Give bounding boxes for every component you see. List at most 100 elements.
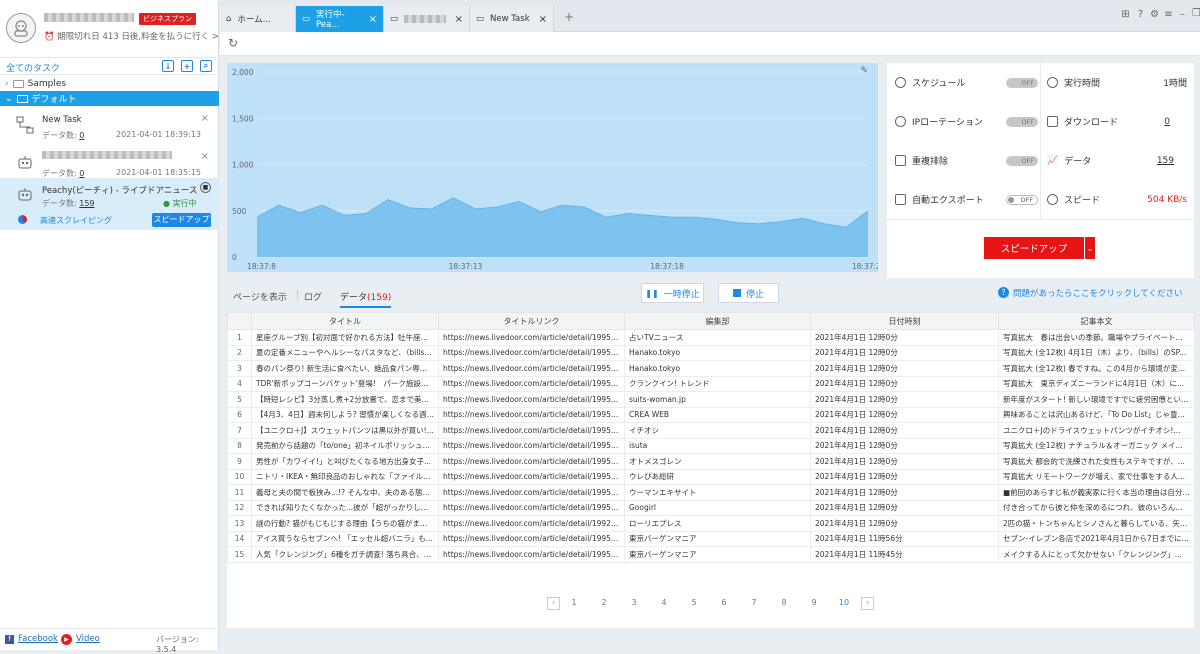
table-row[interactable]: 6 【4月3、4日】週末何しよう? 習慣が楽しくなる週... https://new… <box>227 406 1195 423</box>
menu-icon[interactable]: ≡ <box>1163 9 1174 20</box>
run-time-value: 1時間 <box>1163 79 1187 89</box>
globe-icon <box>895 116 906 127</box>
task-item[interactable]: New Task データ数: 0 2021-04-01 18:39:13 × <box>0 110 219 151</box>
stop-icon[interactable]: ■ <box>200 182 211 193</box>
close-icon[interactable]: × <box>201 113 209 124</box>
table-row[interactable]: 11 義母と夫の間で板挟み...!? そんな中、夫のある態度... https://… <box>227 484 1195 501</box>
page-number[interactable]: 6 <box>713 598 735 607</box>
tab-data[interactable]: データ(159) <box>340 290 392 308</box>
add-icon[interactable]: + <box>181 60 193 72</box>
table-cell: suits-woman.jp <box>624 391 811 408</box>
close-icon[interactable]: × <box>369 14 377 25</box>
table-row[interactable]: 14 アイス買うならセブンへ! 「エッセル超バニラ」も... https://new… <box>227 530 1195 547</box>
table-cell: 写真拡大 都会的で洗練された女性もステキですが、... <box>998 453 1195 470</box>
table-row[interactable]: 4 TDR'新ポップコーンバケット'登場! パーク施設モ... https://ne… <box>227 375 1195 392</box>
task-item-running[interactable]: Peachy(ピーチィ) - ライブドアニュース - ス... ■ データ数: … <box>0 178 219 230</box>
table-cell: アイス買うならセブンへ! 「エッセル超バニラ」も... <box>251 530 439 547</box>
expiry-link[interactable]: ⏰ 期限切れ日 413 日後,料金を払うに行く >> <box>44 30 226 42</box>
tab-page-view[interactable]: ページを表示 <box>233 290 287 303</box>
table-cell: https://news.livedoor.com/article/detail… <box>438 344 625 361</box>
download-value[interactable]: 0 <box>1164 117 1170 127</box>
page-number[interactable]: 1 <box>563 598 585 607</box>
dedupe-toggle[interactable]: OFF <box>1006 155 1038 166</box>
column-header[interactable]: タイトルリンク <box>438 312 625 330</box>
search-icon[interactable]: ⌕ <box>200 60 212 72</box>
folder-samples[interactable]: › Samples <box>0 76 219 91</box>
gear-icon[interactable]: ⚙ <box>1149 9 1160 20</box>
close-icon[interactable]: × <box>201 151 209 162</box>
table-cell: 写真拡大 (全12枚) ナチュラル＆オーガニック メイク... <box>998 437 1195 454</box>
schedule-toggle[interactable]: OFF <box>1006 77 1038 88</box>
table-row[interactable]: 9 男性が「カワイイ!」と叫びたくなる地方出身女子... https://news.… <box>227 453 1195 470</box>
maximize-icon[interactable]: ❐ <box>1191 8 1200 19</box>
ip-rotation-toggle[interactable]: OFF <box>1006 116 1038 127</box>
table-row[interactable]: 12 できれば知りたくなかった...彼が「超がっかりした... https://ne… <box>227 499 1195 516</box>
pause-icon: ❚❚ <box>645 288 659 298</box>
row-index: 1 <box>227 329 252 346</box>
video-link[interactable]: Video <box>76 634 100 644</box>
page-number[interactable]: 4 <box>653 598 675 607</box>
column-header[interactable]: 編集部 <box>624 312 811 330</box>
page-number[interactable]: 3 <box>623 598 645 607</box>
column-header[interactable]: 日付時刻 <box>810 312 999 330</box>
page-number[interactable]: 10 <box>833 598 855 607</box>
robot-icon <box>18 188 32 201</box>
page-number[interactable]: 8 <box>773 598 795 607</box>
table-row[interactable]: 10 ニトリ・IKEA・無印良品のおしゃれな「ファイルト... https://ne… <box>227 468 1195 485</box>
tab-running[interactable]: ▭ 実行中-Pea... × <box>296 6 384 32</box>
y-tick-label: 2,000 <box>232 68 254 77</box>
facebook-link[interactable]: Facebook <box>18 634 58 644</box>
table-row[interactable]: 13 謎の行動? 猫がもじもじする理由【うちの猫がまた... https://new… <box>227 515 1195 532</box>
speedup-button[interactable]: スピードアップ <box>984 237 1084 259</box>
tab-new-task[interactable]: ▭ New Task × <box>470 6 554 32</box>
facebook-icon[interactable]: f <box>5 635 14 644</box>
download-icon[interactable]: ↓ <box>162 60 174 72</box>
x-tick-label: 18:37:8 <box>247 262 276 271</box>
minimize-icon[interactable]: – <box>1177 9 1188 20</box>
stat-label: ダウンロード <box>1064 118 1119 128</box>
table-row[interactable]: 15 人気「クレンジング」6種をガチ調査! 落ち具合、保... https://ne… <box>227 546 1195 563</box>
task-speedup-button[interactable]: スピードアップ <box>152 213 211 227</box>
help-icon[interactable]: ? <box>1135 9 1146 20</box>
table-row[interactable]: 2 夏の定番メニューやヘルシーなパスタなど、（bills）... https://n… <box>227 344 1195 361</box>
page-number[interactable]: 7 <box>743 598 765 607</box>
close-icon[interactable]: × <box>539 14 547 25</box>
task-date: 2021-04-01 18:35:15 <box>116 168 201 177</box>
chevron-down-icon[interactable]: ⌄ <box>1084 237 1095 259</box>
page-number[interactable]: 9 <box>803 598 825 607</box>
new-tab-button[interactable]: + <box>564 10 574 24</box>
gift-icon[interactable]: ⊞ <box>1120 9 1131 20</box>
tab-home[interactable]: ⌂ ホーム... <box>220 6 296 32</box>
avatar[interactable] <box>6 13 36 43</box>
table-row[interactable]: 8 発売前から話題の「to/one」初ネイルポリッシュを全... https://n… <box>227 437 1195 454</box>
prev-page-icon[interactable]: ‹ <box>547 597 560 610</box>
folder-label: Samples <box>27 78 67 89</box>
auto-export-toggle[interactable]: OFF <box>1006 194 1038 205</box>
table-row[interactable]: 3 春のパン祭り! 新生活に食べたい、絶品食パン専門... https://news… <box>227 360 1195 377</box>
page-number[interactable]: 2 <box>593 598 615 607</box>
video-icon[interactable]: ▶ <box>61 634 72 645</box>
table-row[interactable]: 5 【時短レシピ】3分蒸し煮+2分放置で、恋まで美味... https://news… <box>227 391 1195 408</box>
column-header[interactable]: タイトル <box>251 312 439 330</box>
table-row[interactable]: 1 星座グループ別【初対面で好かれる方法】牡牛座・... https://news.… <box>227 329 1195 346</box>
tab-bar: ⌂ ホーム... ▭ 実行中-Pea... × ▭ × ▭ New Task × + ⊞ ?… <box>220 0 1200 32</box>
table-cell: 2021年4月1日 12時0分 <box>810 499 999 516</box>
refresh-icon[interactable]: ↻ <box>228 36 238 50</box>
pause-button[interactable]: ❚❚ 一時停止 <box>641 283 704 303</box>
next-page-icon[interactable]: › <box>861 597 874 610</box>
stop-button[interactable]: 停止 <box>718 283 779 303</box>
home-icon: ⌂ <box>226 14 232 24</box>
tab-log[interactable]: ログ <box>304 290 322 303</box>
all-tasks-title[interactable]: 全てのタスク <box>6 61 60 74</box>
table-row[interactable]: 7 【ユニクロ＋J】スウェットパンツは黒以外が買い!... https://news… <box>227 422 1195 439</box>
close-icon[interactable]: × <box>455 14 463 25</box>
help-link[interactable]: 問題があったらここをクリックしてください <box>1013 287 1183 299</box>
edit-icon[interactable]: ✎ <box>860 66 868 76</box>
row-index: 4 <box>227 375 252 392</box>
data-value[interactable]: 159 <box>1157 156 1174 166</box>
table-cell: https://news.livedoor.com/article/detail… <box>438 391 625 408</box>
column-header[interactable]: 記事本文 <box>998 312 1195 330</box>
page-number[interactable]: 5 <box>683 598 705 607</box>
tab-redacted[interactable]: ▭ × <box>384 6 470 32</box>
folder-default[interactable]: ⌄ デフォルト <box>0 91 219 106</box>
